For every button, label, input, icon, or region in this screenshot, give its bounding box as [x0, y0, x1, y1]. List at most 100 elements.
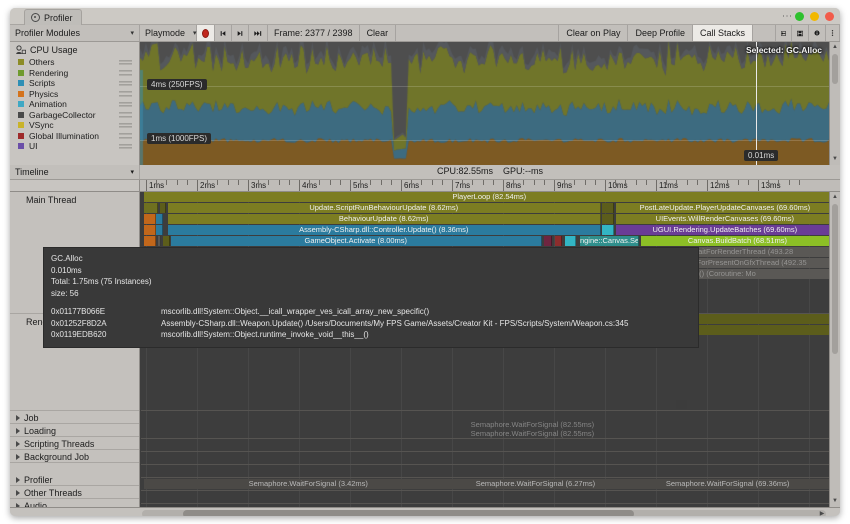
flame-bar[interactable] — [144, 236, 156, 246]
flame-bar[interactable]: UGUI.Rendering.UpdateBatches (69.60ms) — [615, 225, 836, 235]
flame-bar[interactable]: BehaviourUpdate (8.62ms) — [167, 214, 601, 224]
legend-row-scripts[interactable]: Scripts — [10, 78, 139, 89]
clear-button[interactable]: Clear — [359, 25, 397, 41]
flame-bar[interactable] — [602, 203, 614, 213]
flame-bar[interactable] — [159, 203, 167, 213]
scroll-right-arrow-icon[interactable]: ▶ — [818, 510, 826, 516]
flame-bar[interactable]: UIEvents.WillRenderCanvases (69.60ms) — [615, 214, 836, 224]
prev-frame-button[interactable] — [215, 25, 232, 41]
flame-bar[interactable] — [144, 225, 156, 235]
window-maximize-button[interactable] — [810, 12, 819, 21]
drag-handle-icon[interactable] — [119, 111, 132, 119]
flame-bar[interactable] — [156, 225, 164, 235]
module-cpu-usage[interactable]: CPU Usage — [10, 44, 139, 57]
timeline-view-dropdown[interactable]: Timeline ▾ — [10, 165, 140, 179]
timeline-horizontal-scrollbar[interactable]: ◀ ▶ — [10, 507, 840, 516]
flame-bar[interactable]: ngine::Canvas.Sen — [579, 236, 639, 246]
drag-handle-icon[interactable] — [119, 100, 132, 108]
expand-triangle-icon[interactable] — [16, 414, 20, 421]
hscroll-track[interactable] — [142, 510, 826, 516]
timeline-scroll-thumb[interactable] — [832, 204, 838, 354]
pin-icon[interactable] — [675, 400, 687, 409]
drag-handle-icon[interactable] — [119, 79, 132, 87]
help-button[interactable] — [809, 25, 826, 41]
thread-row-job[interactable]: Job — [10, 411, 139, 424]
chart-vertical-scrollbar[interactable]: ▲ ▼ — [829, 42, 840, 165]
legend-row-rendering[interactable]: Rendering — [10, 68, 139, 79]
expand-triangle-icon[interactable] — [16, 440, 20, 447]
drag-handle-icon[interactable] — [119, 69, 132, 77]
flame-bar[interactable] — [162, 236, 170, 246]
callstack-row[interactable]: 0x0119EDB620 mscorlib.dll!System::Object.… — [51, 329, 691, 341]
ruler-tick-minor — [421, 180, 423, 185]
thread-name-column: Main Thread Render Thread JobLoadingScri… — [10, 192, 140, 516]
expand-triangle-icon[interactable] — [16, 476, 20, 483]
window-close-button[interactable] — [825, 12, 834, 21]
chart-frame-cursor[interactable] — [756, 42, 757, 165]
callstack-row[interactable]: 0x01252F8D2A Assembly-CSharp.dll::Weapon.… — [51, 318, 691, 330]
hscroll-thumb[interactable] — [183, 510, 635, 516]
scroll-down-arrow-icon[interactable]: ▼ — [830, 497, 840, 506]
legend-row-vsync[interactable]: VSync — [10, 120, 139, 131]
deep-profile-toggle[interactable]: Deep Profile — [628, 25, 693, 41]
drag-handle-icon[interactable] — [119, 132, 132, 140]
flame-bar[interactable] — [144, 203, 159, 213]
chart-scroll-thumb[interactable] — [832, 54, 838, 84]
thread-row-background-job[interactable]: Background Job — [10, 450, 139, 463]
record-button[interactable] — [197, 25, 215, 41]
legend-row-animation[interactable]: Animation — [10, 99, 139, 110]
flame-bar[interactable]: PostLateUpdate.PlayerUpdateCanvases (69.… — [615, 203, 836, 213]
profiler-modules-dropdown[interactable]: Profiler Modules ▾ — [10, 25, 140, 41]
callstack-row[interactable]: 0x01177B066E mscorlib.dll!System::Object.… — [51, 306, 691, 318]
thread-row-scripting-threads[interactable]: Scripting Threads — [10, 437, 139, 450]
save-profile-button[interactable] — [792, 25, 809, 41]
flame-bar[interactable] — [543, 236, 552, 246]
flame-bar[interactable] — [554, 236, 562, 246]
legend-row-ui[interactable]: UI — [10, 141, 139, 152]
cpu-usage-chart[interactable]: 4ms (250FPS) 1ms (1000FPS) Selected: GC.… — [140, 42, 840, 165]
scroll-down-arrow-icon[interactable]: ▼ — [830, 155, 840, 164]
flame-bar[interactable] — [157, 236, 162, 246]
more-options-button[interactable] — [826, 25, 840, 41]
tab-profiler[interactable]: Profiler — [24, 9, 82, 25]
legend-row-garbagecollector[interactable]: GarbageCollector — [10, 110, 139, 121]
load-profile-button[interactable] — [775, 25, 792, 41]
drag-handle-icon[interactable] — [119, 90, 132, 98]
flame-chart[interactable]: PlayerLoop (82.54ms) Update.ScriptRunBeha… — [141, 192, 840, 516]
thread-row-profiler[interactable]: Profiler — [10, 473, 139, 486]
scroll-up-arrow-icon[interactable]: ▲ — [830, 193, 840, 202]
window-minimize-button[interactable] — [795, 12, 804, 21]
window-menu-icon[interactable]: ⋮ — [781, 11, 792, 21]
flame-bar[interactable]: PlayerLoop (82.54ms) — [144, 192, 836, 202]
thread-row-loading[interactable]: Loading — [10, 424, 139, 437]
call-stacks-toggle[interactable]: Call Stacks — [692, 25, 753, 41]
flame-bar[interactable] — [144, 214, 156, 224]
profiler-semaphore-bar[interactable]: Semaphore.WaitForSignal (69.36ms) — [623, 479, 833, 489]
flame-bar[interactable] — [156, 214, 164, 224]
flame-bar[interactable] — [602, 225, 614, 235]
expand-triangle-icon[interactable] — [16, 427, 20, 434]
legend-row-physics[interactable]: Physics — [10, 89, 139, 100]
scroll-up-arrow-icon[interactable]: ▲ — [830, 43, 840, 52]
drag-handle-icon[interactable] — [119, 142, 132, 150]
expand-triangle-icon[interactable] — [16, 453, 20, 460]
flame-bar[interactable] — [564, 236, 576, 246]
flame-bar[interactable]: GameObject.Activate (8.00ms) — [171, 236, 542, 246]
flame-bar[interactable] — [602, 214, 614, 224]
playmode-dropdown[interactable]: Playmode ▾ — [140, 25, 197, 41]
flame-bar[interactable]: Canvas.BuildBatch (68.51ms) — [640, 236, 836, 246]
drag-handle-icon[interactable] — [119, 58, 132, 66]
flame-bar[interactable]: Update.ScriptRunBehaviourUpdate (8.62ms) — [167, 203, 601, 213]
drag-handle-icon[interactable] — [119, 121, 132, 129]
legend-row-others[interactable]: Others — [10, 57, 139, 68]
module-cpu-usage-label: CPU Usage — [30, 45, 78, 55]
expand-triangle-icon[interactable] — [16, 489, 20, 496]
next-frame-button[interactable] — [232, 25, 249, 41]
timeline-ruler[interactable]: 1ms 2ms 3ms 4ms 5ms 6ms 7ms 8ms 9ms 10ms 11ms 12ms 1… — [10, 180, 840, 192]
timeline-vertical-scrollbar[interactable]: ▲ ▼ — [829, 192, 840, 507]
legend-row-global-illumination[interactable]: Global Illumination — [10, 131, 139, 142]
clear-on-play-toggle[interactable]: Clear on Play — [558, 25, 629, 41]
thread-row-other-threads[interactable]: Other Threads — [10, 486, 139, 499]
last-frame-button[interactable] — [249, 25, 268, 41]
flame-bar[interactable]: Assembly-CSharp.dll::Controller.Update()… — [167, 225, 601, 235]
